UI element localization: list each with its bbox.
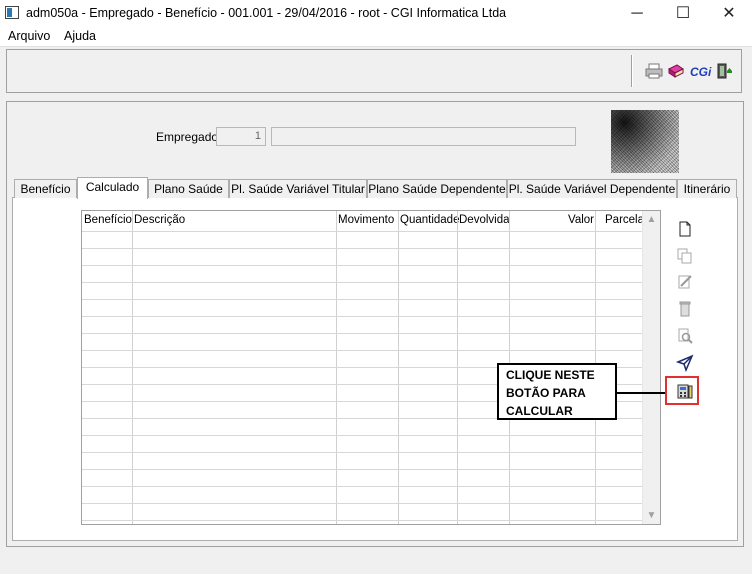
callout-connector [617,392,665,394]
grid-row-divider [82,350,644,351]
column-devolvida[interactable]: Devolvida [459,214,510,226]
exit-door-icon[interactable] [715,62,733,80]
minimize-button[interactable]: ─ [614,0,660,27]
grid-row-divider [82,333,644,334]
tab-beneficio[interactable]: Benefício [14,179,77,198]
grid-row-divider [82,469,644,470]
new-record-icon[interactable] [676,220,694,238]
grid-row-divider [82,282,644,283]
callout-line-1: CLIQUE NESTE [506,368,595,382]
empregado-code-field[interactable]: 1 [216,127,266,146]
scroll-up-arrow-icon[interactable]: ▲ [643,211,660,228]
grid-row-divider [82,435,644,436]
column-beneficio[interactable]: Benefício [84,214,132,226]
window-title: adm050a - Empregado - Benefício - 001.00… [26,6,507,20]
grid-row-divider [82,520,644,521]
maximize-button[interactable]: ☐ [660,0,706,27]
scroll-down-arrow-icon[interactable]: ▼ [643,507,660,524]
tab-itinerario[interactable]: Itinerário [677,179,737,198]
grid-row-divider [82,503,644,504]
edit-record-icon[interactable] [676,273,694,291]
cgi-logo-text: CGi [690,65,712,79]
menu-arquivo[interactable]: Arquivo [8,29,50,43]
tab-plano-saude-dependente[interactable]: Plano Saúde Dependente [367,179,507,198]
grid-row-divider [82,299,644,300]
column-descricao[interactable]: Descrição [134,214,185,226]
cgi-logo-icon[interactable]: CGi [690,62,712,80]
delete-record-icon[interactable] [676,300,694,318]
app-icon[interactable] [5,6,19,19]
tab-pl-saude-variavel-titular[interactable]: Pl. Saúde Variável Titular [229,179,367,198]
copy-record-icon[interactable] [676,247,694,265]
tab-calculado[interactable]: Calculado [77,177,148,199]
grid-row-divider [82,452,644,453]
grid-vertical-scrollbar[interactable]: ▲ ▼ [642,211,660,524]
menu-bar: Arquivo Ajuda [0,27,752,47]
menu-ajuda[interactable]: Ajuda [64,29,96,43]
grid-row-divider [82,231,644,232]
send-icon[interactable] [676,354,694,372]
printer-icon[interactable] [645,62,663,80]
toolbar: CGi [6,49,742,93]
empregado-label: Empregado: [156,130,222,144]
column-valor[interactable]: Valor [568,214,594,226]
tab-plano-saude[interactable]: Plano Saúde [148,179,229,198]
column-parcela[interactable]: Parcela [605,214,644,226]
employee-photo [611,110,679,173]
callout-line-2: BOTÃO PARA [506,386,586,400]
callout-line-3: CALCULAR [506,404,573,418]
grid-header: Benefício Descrição Movimento Quantidade… [82,211,644,231]
grid-row-divider [82,248,644,249]
title-bar: adm050a - Empregado - Benefício - 001.00… [0,0,752,27]
column-quantidade[interactable]: Quantidade [400,214,459,226]
search-record-icon[interactable] [676,327,694,345]
book-icon[interactable] [667,62,685,80]
empregado-name-field[interactable] [271,127,576,146]
calculate-button-highlight [665,376,699,405]
callout-box: CLIQUE NESTE BOTÃO PARA CALCULAR [497,363,617,420]
tab-pl-saude-variavel-dependente[interactable]: Pl. Saúde Variável Dependente [507,179,677,198]
column-movimento[interactable]: Movimento [338,214,394,226]
close-button[interactable]: ✕ [706,0,752,27]
toolbar-separator [631,55,633,87]
grid-row-divider [82,265,644,266]
grid-row-divider [82,316,644,317]
grid-row-divider [82,486,644,487]
